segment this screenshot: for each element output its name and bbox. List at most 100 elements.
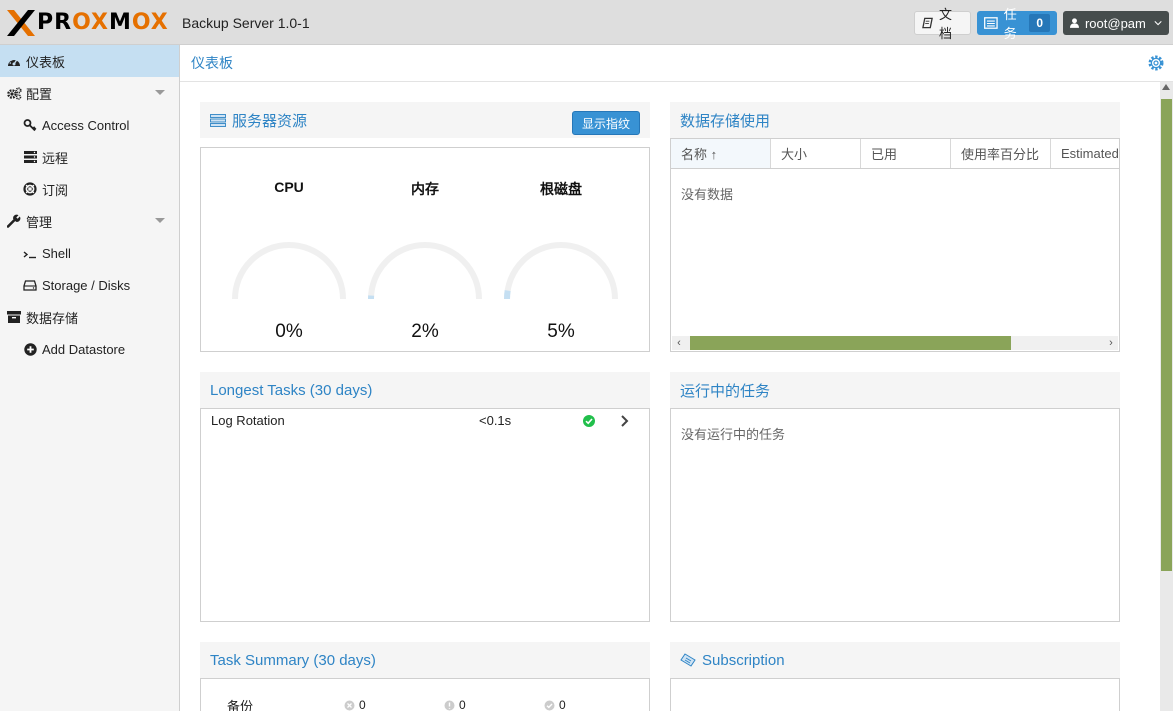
page-title: 仪表板 (180, 45, 1173, 82)
sidebar-item-label: 远程 (42, 150, 69, 166)
scroll-up-arrow[interactable] (1162, 84, 1170, 90)
sidebar-item-config[interactable]: 配置 (0, 77, 179, 109)
column-size[interactable]: 大小 (771, 139, 861, 168)
tasks-list: Log Rotation <0.1s (200, 408, 650, 622)
empty-message: 没有运行中的任务 (681, 427, 786, 442)
datastore-grid: 名称 ↑ 大小 已用 使用率百分比 Estimated 没有数据 ‹ › (670, 138, 1120, 352)
sidebar-nav: 仪表板 配置 Access Control 远程 订阅 管理 Shell Sto… (0, 45, 180, 711)
cogs-icon (6, 85, 22, 101)
gauge-label: CPU (274, 179, 304, 195)
panel-header: 数据存储使用 (670, 102, 1120, 138)
gauge-label: 内存 (411, 181, 439, 197)
count-value: 0 (459, 698, 466, 711)
check-icon (544, 700, 555, 710)
sidebar-item-shell[interactable]: Shell (0, 237, 179, 269)
docs-button[interactable]: 文档 (914, 7, 971, 41)
gauge-track (504, 242, 618, 300)
gauge-arc (368, 242, 482, 300)
gauge-value: 0% (275, 321, 303, 342)
gauge-value: 5% (547, 321, 575, 342)
plus-circle-icon (22, 341, 38, 357)
panel-header: Subscription (670, 642, 1120, 678)
proxmox-logo[interactable]: PROXMOX (7, 10, 169, 36)
sidebar-item-dashboard[interactable]: 仪表板 (0, 45, 179, 77)
expand-caret-icon[interactable] (155, 218, 165, 223)
vertical-scrollbar[interactable] (1160, 82, 1173, 711)
gauge-label: 根磁盘 (540, 181, 582, 197)
root-disk-gauge: 根磁盘 5% (501, 179, 621, 342)
running-tasks-body: 没有运行中的任务 (670, 408, 1120, 622)
sidebar-item-subscription[interactable]: 订阅 (0, 173, 179, 205)
sidebar-item-label: 数据存储 (26, 310, 79, 326)
sidebar-item-add-datastore[interactable]: Add Datastore (0, 333, 179, 365)
empty-message: 没有数据 (681, 187, 734, 202)
chevron-right-icon[interactable] (620, 415, 629, 427)
show-fingerprint-button[interactable]: 显示指纹 (571, 111, 640, 135)
subscription-panel: Subscription (670, 642, 1120, 711)
ok-count[interactable]: 0 (544, 698, 566, 711)
product-version: Backup Server 1.0-1 (182, 15, 310, 31)
summary-row-label: 备份 (227, 699, 254, 711)
user-menu-button[interactable]: root@pam (1063, 11, 1169, 35)
gauge-fill (504, 290, 511, 300)
horizontal-scrollbar[interactable]: ‹ › (672, 336, 1118, 350)
docs-label: 文档 (939, 7, 953, 41)
panel-title: 数据存储使用 (680, 112, 771, 130)
user-icon (1070, 18, 1079, 28)
column-name[interactable]: 名称 ↑ (671, 139, 771, 168)
gauge-track (368, 242, 482, 300)
grid-header: 名称 ↑ 大小 已用 使用率百分比 Estimated (671, 139, 1119, 169)
running-tasks-panel: 运行中的任务 没有运行中的任务 (670, 372, 1120, 622)
panel-header: 运行中的任务 (670, 372, 1120, 408)
column-used[interactable]: 已用 (861, 139, 951, 168)
task-summary-body: 备份 0 0 0 (200, 678, 650, 711)
panel-title: Task Summary (30 days) (210, 651, 376, 669)
sidebar-item-datastore[interactable]: 数据存储 (0, 301, 179, 333)
expand-caret-icon[interactable] (155, 90, 165, 95)
scrollbar-thumb[interactable] (690, 336, 1011, 350)
logo-wordmark: PROXMOX (37, 10, 169, 35)
gauges-body: CPU 0% 内存 2% 根磁盘 5% (200, 147, 650, 352)
scroll-left-arrow[interactable]: ‹ (672, 336, 686, 350)
sidebar-item-label: 管理 (26, 214, 53, 230)
memory-gauge: 内存 2% (365, 179, 485, 342)
sidebar-item-label: 订阅 (42, 182, 69, 198)
sidebar-item-remotes[interactable]: 远程 (0, 141, 179, 173)
panel-header: 服务器资源 显示指纹 (200, 102, 650, 138)
sidebar-item-storage-disks[interactable]: Storage / Disks (0, 269, 179, 301)
info-icon (444, 700, 455, 710)
chevron-down-icon (1154, 20, 1162, 26)
hdd-icon (22, 277, 38, 293)
proxmox-x-icon (7, 10, 35, 36)
sidebar-item-administration[interactable]: 管理 (0, 205, 179, 237)
longest-tasks-panel: Longest Tasks (30 days) Log Rotation <0.… (200, 372, 650, 622)
ticket-icon (680, 653, 696, 667)
datastore-usage-panel: 数据存储使用 名称 ↑ 大小 已用 使用率百分比 Estimated 没有数据 … (670, 102, 1120, 352)
dashboard-content: 仪表板 服务器资源 显示指纹 CPU 0% 内存 2% 根磁盘 5% 数据存储使… (180, 45, 1173, 711)
sidebar-item-access-control[interactable]: Access Control (0, 109, 179, 141)
table-row[interactable]: Log Rotation <0.1s (201, 409, 649, 433)
scroll-right-arrow[interactable]: › (1104, 336, 1118, 350)
key-icon (22, 117, 38, 133)
error-count[interactable]: 0 (344, 698, 366, 711)
panel-title: Subscription (702, 651, 785, 669)
tasks-icon (210, 113, 226, 127)
count-value: 0 (359, 698, 366, 711)
gear-icon[interactable] (1147, 54, 1165, 72)
error-icon (344, 700, 355, 710)
sidebar-item-label: 仪表板 (26, 54, 66, 70)
gauge-arc (504, 242, 618, 300)
gauge-track (232, 242, 346, 300)
column-estimated[interactable]: Estimated (1051, 139, 1119, 168)
task-name: Log Rotation (211, 413, 285, 428)
column-usage-percent[interactable]: 使用率百分比 (951, 139, 1051, 168)
server-icon (22, 149, 38, 165)
support-icon (22, 181, 38, 197)
tasks-button[interactable]: 任务 0 (977, 7, 1057, 41)
scrollbar-thumb[interactable] (1161, 99, 1172, 571)
sidebar-item-label: Shell (42, 245, 71, 261)
tasks-label: 任务 (1003, 7, 1017, 41)
gauge-arc (232, 242, 346, 300)
warning-count[interactable]: 0 (444, 698, 466, 711)
user-label: root@pam (1084, 15, 1146, 31)
